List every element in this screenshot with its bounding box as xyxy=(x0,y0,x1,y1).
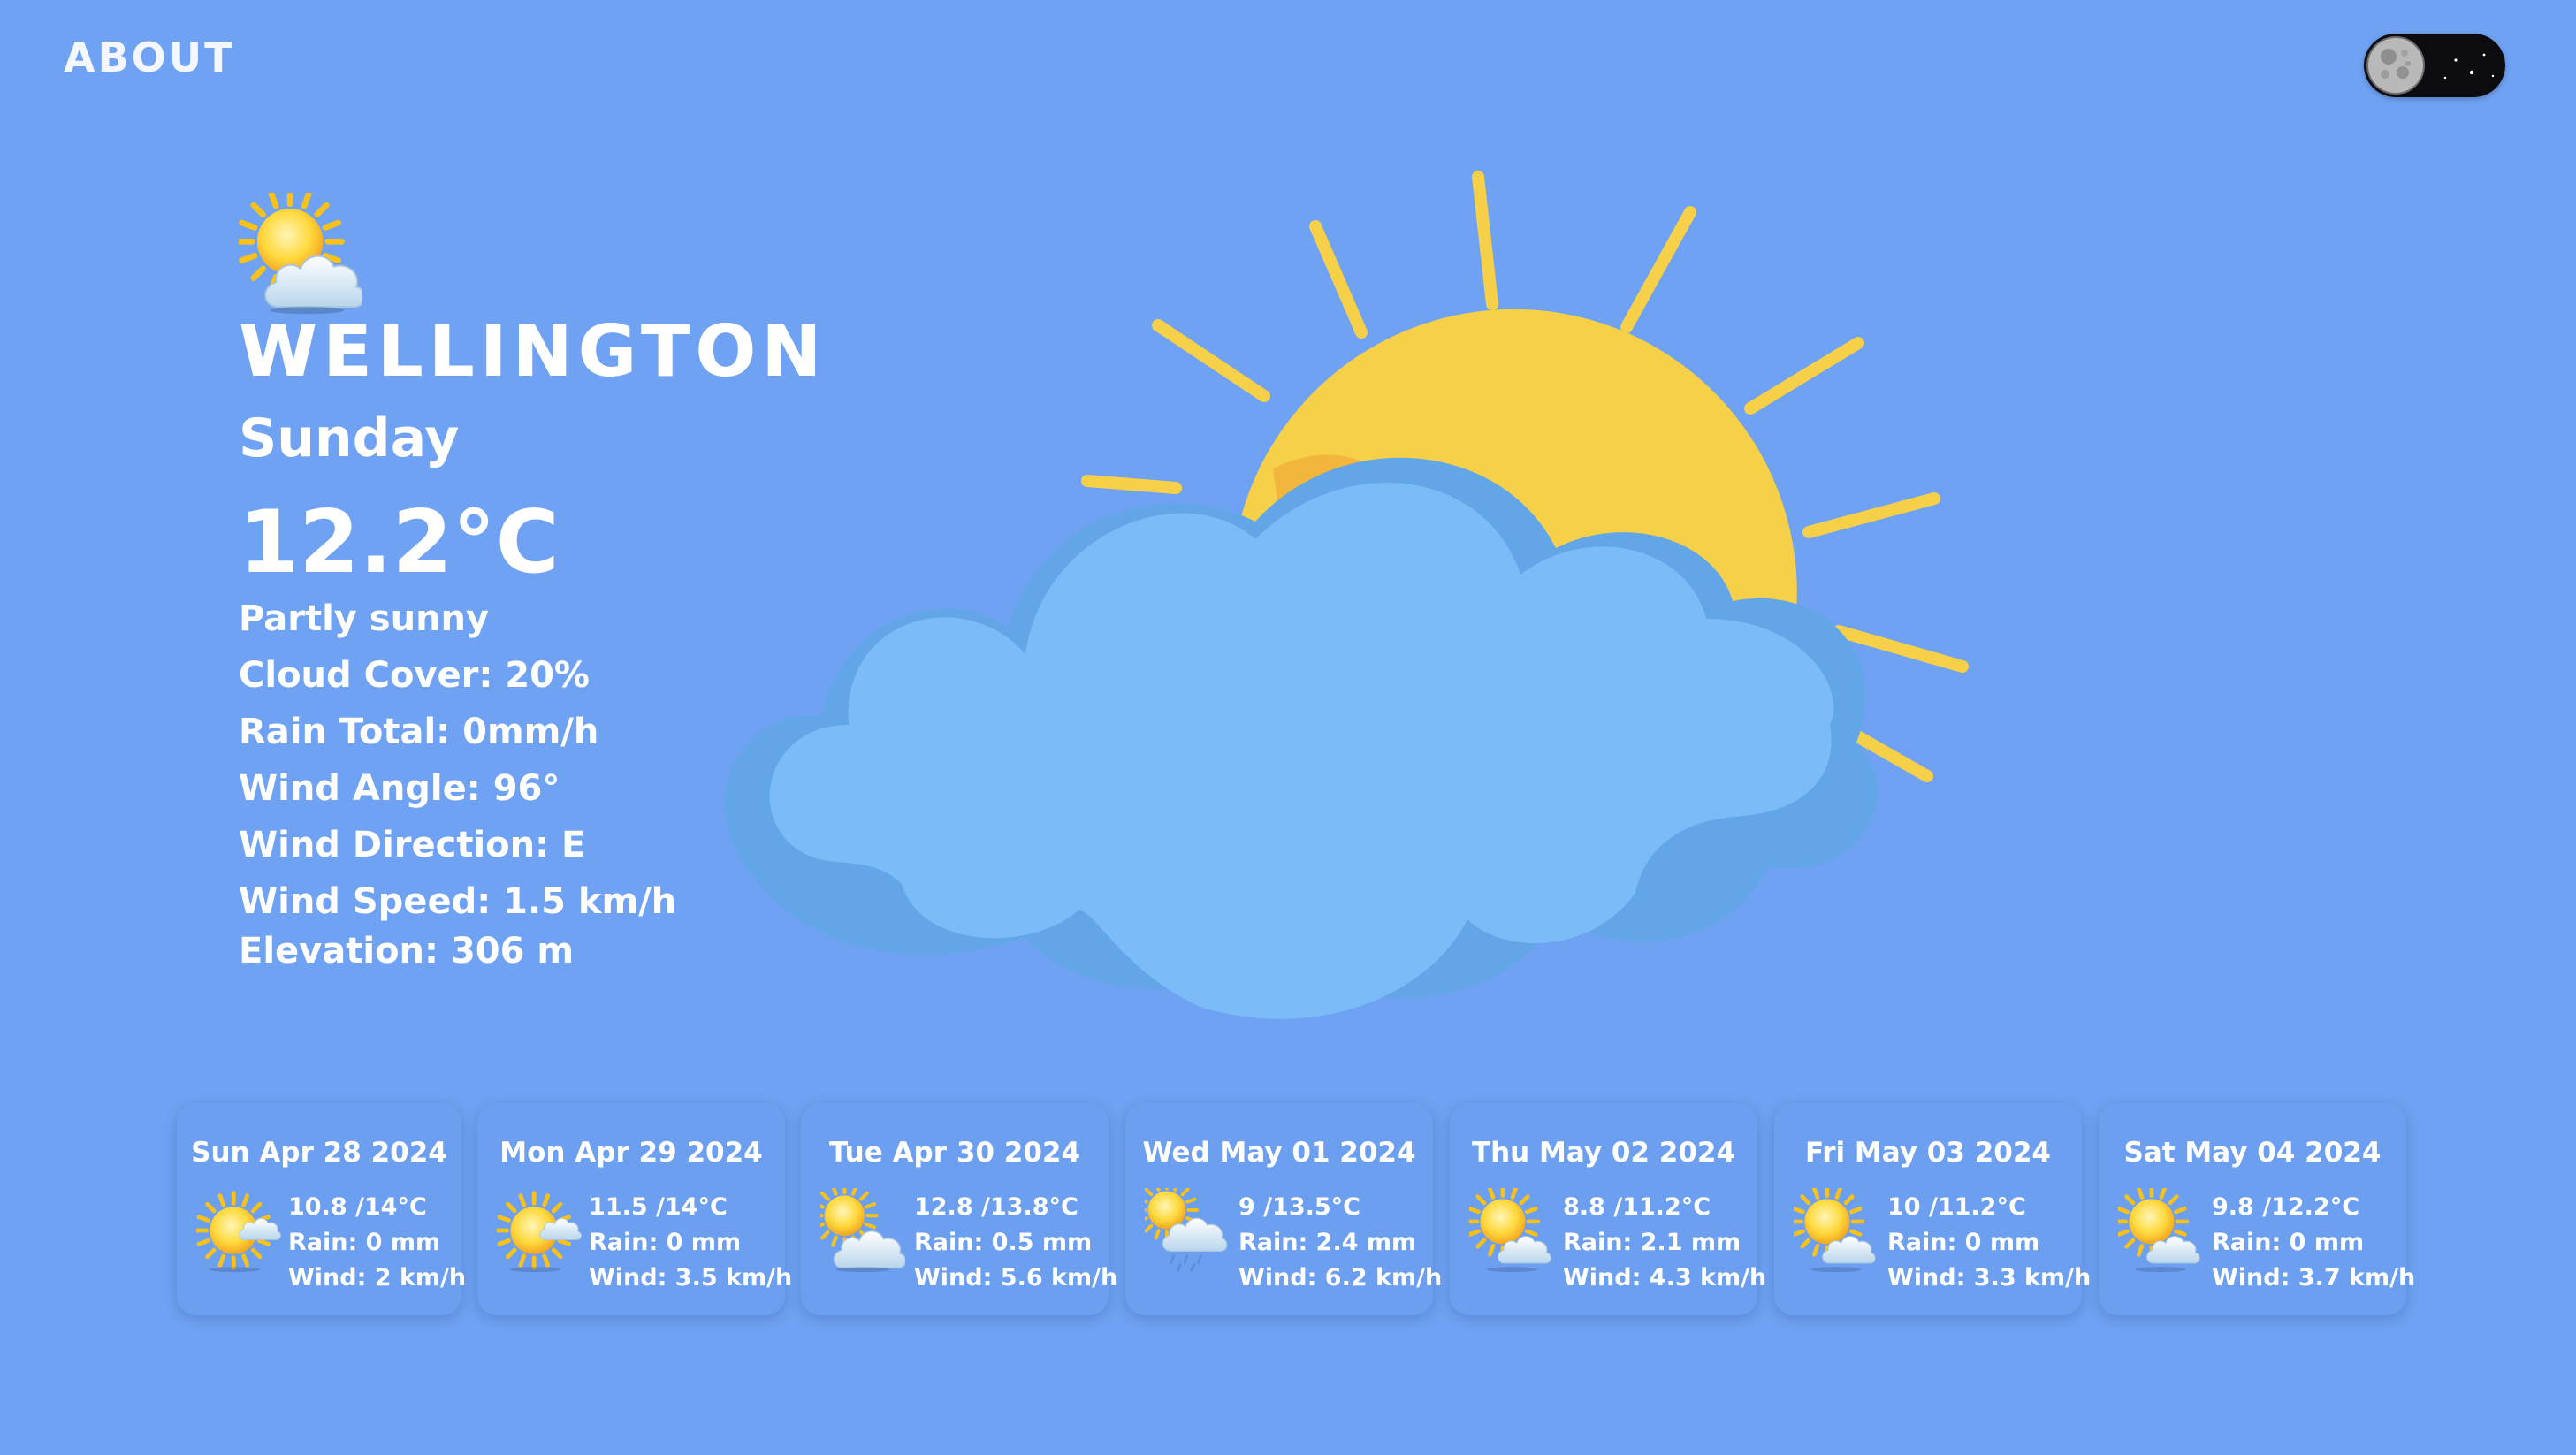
forecast-card[interactable]: Fri May 03 2024 10 /11.2°C Rain: 0 mm Wi… xyxy=(1774,1103,2091,1315)
forecast-rain: Rain: 0 mm xyxy=(1887,1229,2040,1256)
forecast-rain: Rain: 0 mm xyxy=(2212,1229,2365,1256)
forecast-wind: Wind: 4.3 km/h xyxy=(1563,1264,1767,1291)
current-temperature: 12.2°C xyxy=(239,492,560,593)
forecast-temps: 12.8 /13.8°C xyxy=(914,1193,1078,1221)
forecast-temps: 8.8 /11.2°C xyxy=(1563,1193,1711,1221)
forecast-wind: Wind: 3.5 km/h xyxy=(589,1264,793,1291)
forecast-wind: Wind: 6.2 km/h xyxy=(1238,1264,1443,1291)
forecast-card[interactable]: Wed May 01 2024 9 /13.5°C Rain: 2.4 mm W… xyxy=(1125,1103,1442,1315)
sun-behind-cloud-icon xyxy=(2118,1188,2200,1273)
forecast-rain: Rain: 0 mm xyxy=(589,1229,742,1256)
wind-speed: Wind Speed: 1.5 km/h xyxy=(239,881,677,922)
theme-toggle[interactable] xyxy=(2364,34,2505,97)
forecast-date: Thu May 02 2024 xyxy=(1471,1137,1736,1169)
wind-direction: Wind Direction: E xyxy=(239,825,586,865)
forecast-temps: 9.8 /12.2°C xyxy=(2212,1193,2360,1221)
forecast-date: Mon Apr 29 2024 xyxy=(499,1137,763,1169)
condition-text: Partly sunny xyxy=(239,598,490,639)
about-link[interactable]: ABOUT xyxy=(64,34,235,81)
forecast-card[interactable]: Sun Apr 28 2024 10.8 /14°C Rain: 0 mm Wi… xyxy=(177,1103,466,1315)
forecast-date: Wed May 01 2024 xyxy=(1142,1137,1416,1169)
forecast-wind: Wind: 2 km/h xyxy=(288,1264,467,1291)
forecast-date: Sun Apr 28 2024 xyxy=(191,1137,447,1169)
forecast-wind: Wind: 3.3 km/h xyxy=(1887,1264,2092,1291)
sun-behind-small-cloud-icon xyxy=(497,1188,582,1273)
forecast-date: Tue Apr 30 2024 xyxy=(828,1137,1081,1169)
forecast-wind: Wind: 3.7 km/h xyxy=(2212,1264,2416,1291)
current-day: Sunday xyxy=(239,408,460,469)
sun-behind-cloud-icon xyxy=(1469,1188,1551,1273)
forecast-date: Sat May 04 2024 xyxy=(2123,1137,2382,1169)
forecast-date: Fri May 03 2024 xyxy=(1805,1137,2051,1169)
cloud-cover: Cloud Cover: 20% xyxy=(239,655,591,696)
partly-sunny-icon xyxy=(239,193,362,315)
sun-behind-rain-cloud-icon xyxy=(1145,1188,1228,1272)
sun-behind-large-cloud-icon xyxy=(820,1188,905,1273)
sun-behind-small-cloud-icon xyxy=(196,1188,281,1273)
forecast-temps: 10 /11.2°C xyxy=(1887,1193,2026,1221)
forecast-rain: Rain: 2.4 mm xyxy=(1238,1229,1417,1256)
sun-behind-cloud-illustration xyxy=(725,171,1969,1019)
forecast-rain: Rain: 2.1 mm xyxy=(1563,1229,1741,1256)
sun-behind-cloud-icon xyxy=(1794,1188,1876,1273)
forecast-temps: 10.8 /14°C xyxy=(288,1193,427,1221)
forecast-wind: Wind: 5.6 km/h xyxy=(914,1264,1118,1291)
forecast-rain: Rain: 0 mm xyxy=(288,1229,441,1256)
forecast-card[interactable]: Thu May 02 2024 8.8 /11.2°C Rain: 2.1 mm… xyxy=(1450,1103,1766,1315)
forecast-temps: 11.5 /14°C xyxy=(589,1193,728,1221)
rain-total: Rain Total: 0mm/h xyxy=(239,712,599,752)
moon-icon xyxy=(2366,36,2495,95)
elevation: Elevation: 306 m xyxy=(239,931,575,971)
wind-angle: Wind Angle: 96° xyxy=(239,768,560,809)
forecast-card[interactable]: Mon Apr 29 2024 11.5 /14°C Rain: 0 mm Wi… xyxy=(477,1103,792,1315)
forecast-temps: 9 /13.5°C xyxy=(1238,1193,1360,1221)
forecast-card[interactable]: Sat May 04 2024 9.8 /12.2°C Rain: 0 mm W… xyxy=(2099,1103,2415,1315)
forecast-rain: Rain: 0.5 mm xyxy=(914,1229,1093,1256)
forecast-card[interactable]: Tue Apr 30 2024 12.8 /13.8°C Rain: 0.5 m… xyxy=(801,1103,1117,1315)
